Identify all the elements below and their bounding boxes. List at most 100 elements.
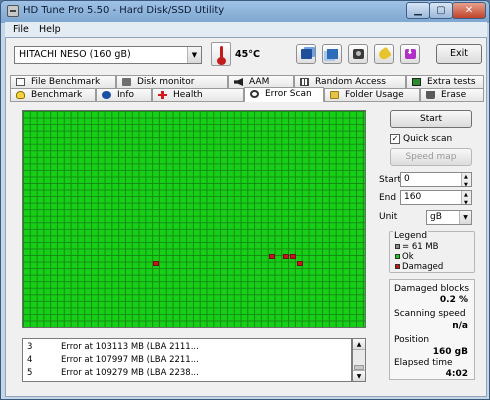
options-button[interactable] — [374, 44, 394, 64]
speed-map-button[interactable]: Speed map — [390, 148, 472, 166]
app-drive-icon — [7, 5, 19, 17]
damaged-block — [153, 261, 159, 266]
checkmark-icon[interactable]: ✓ — [390, 134, 400, 144]
trash-icon — [426, 91, 435, 99]
drive-select-value: HITACHI NESO (160 gB) — [19, 49, 131, 60]
copy-info-icon — [327, 49, 338, 59]
tests-icon — [412, 78, 421, 86]
legend-title: Legend — [393, 231, 429, 241]
unit-select[interactable]: gB ▼ — [426, 210, 472, 225]
tab-benchmark[interactable]: Benchmark — [10, 88, 96, 101]
error-list-scrollbar[interactable]: ▲ ▼ — [352, 338, 366, 382]
legend-block-size-text: = 61 MB — [402, 242, 439, 252]
tab-label: Folder Usage — [345, 90, 404, 100]
error-number: 5 — [27, 368, 33, 378]
exit-button[interactable]: Exit — [436, 44, 482, 64]
end-label: End — [379, 193, 397, 203]
app-window: HD Tune Pro 5.50 - Hard Disk/SSD Utility… — [0, 0, 490, 400]
legend-ok: Ok — [395, 252, 414, 262]
damaged-blocks-value: 0.2 % — [439, 295, 468, 305]
quick-scan-label: Quick scan — [403, 134, 453, 144]
magnifier-icon — [250, 90, 259, 98]
error-scan-map — [22, 110, 366, 328]
health-cross-icon — [158, 91, 167, 99]
legend: Legend = 61 MB Ok Damaged — [389, 231, 475, 273]
elapsed-time-label: Elapsed time — [394, 358, 453, 368]
tab-folder-usage[interactable]: Folder Usage — [324, 88, 420, 101]
end-field[interactable]: 160 — [400, 189, 472, 210]
list-item[interactable]: 5 Error at 109279 MB (LBA 2238... — [23, 367, 353, 379]
bulb-icon — [16, 91, 25, 99]
tabs-row-bottom: Benchmark Info Health Error Scan Folder … — [10, 87, 484, 102]
damaged-block — [269, 254, 275, 259]
temperature-readout: 45°C — [235, 49, 260, 60]
minimize-button[interactable]: ▁ — [406, 2, 430, 19]
menu-help[interactable]: Help — [39, 24, 61, 35]
chevron-down-icon[interactable]: ▼ — [187, 47, 201, 63]
error-message: Error at 107997 MB (LBA 2211... — [61, 355, 199, 365]
error-list[interactable]: 3 Error at 103113 MB (LBA 2111... 4 Erro… — [22, 338, 352, 382]
tab-health[interactable]: Health — [152, 88, 244, 101]
start-button[interactable]: Start — [390, 110, 472, 128]
window-title: HD Tune Pro 5.50 - Hard Disk/SSD Utility — [23, 5, 225, 16]
folder-icon — [330, 91, 339, 99]
camera-icon — [353, 49, 364, 59]
position-value: 160 gB — [432, 347, 468, 357]
scroll-down-icon[interactable]: ▼ — [353, 370, 365, 381]
tab-label: Disk monitor — [137, 77, 195, 87]
tab-label: Health — [173, 90, 203, 100]
legend-damaged: Damaged — [395, 262, 443, 272]
tab-disk-monitor[interactable]: Disk monitor — [116, 75, 228, 88]
maximize-button[interactable]: ▢ — [429, 2, 453, 19]
scanning-speed-label: Scanning speed — [394, 309, 466, 319]
main-panel: HITACHI NESO (160 gB) ▼ 45°C Exit File B… — [5, 37, 487, 397]
damaged-block — [290, 254, 296, 259]
list-item[interactable]: 4 Error at 107997 MB (LBA 2211... — [23, 354, 353, 366]
elapsed-time-value: 4:02 — [445, 369, 468, 379]
spinner-icon[interactable] — [461, 171, 471, 192]
tab-label: AAM — [249, 77, 270, 87]
start-field[interactable]: 0 — [400, 171, 472, 192]
end-value: 160 — [404, 192, 422, 202]
legend-damaged-text: Damaged — [402, 262, 444, 272]
legend-damaged-swatch — [395, 264, 400, 269]
legend-block-size: = 61 MB — [395, 242, 439, 252]
tab-file-benchmark[interactable]: File Benchmark — [10, 75, 116, 88]
speaker-icon — [234, 78, 243, 86]
file-icon — [16, 78, 25, 86]
drive-select[interactable]: HITACHI NESO (160 gB) ▼ — [14, 46, 202, 64]
scanning-speed-value: n/a — [452, 321, 468, 331]
menu-file[interactable]: File — [13, 24, 29, 35]
copy-info-button[interactable] — [322, 44, 342, 64]
unit-value: gB — [430, 212, 442, 222]
tab-error-scan[interactable]: Error Scan — [244, 87, 324, 102]
damaged-blocks-label: Damaged blocks — [394, 284, 470, 294]
tab-info[interactable]: Info — [96, 88, 152, 101]
legend-ok-text: Ok — [402, 252, 414, 262]
scroll-up-icon[interactable]: ▲ — [353, 339, 365, 350]
stats-panel: Damaged blocks 0.2 % Scanning speed n/a … — [389, 279, 475, 380]
legend-ok-swatch — [395, 254, 400, 259]
chevron-down-icon[interactable]: ▼ — [459, 211, 471, 224]
tab-label: Random Access — [315, 77, 386, 87]
save-button[interactable] — [400, 44, 420, 64]
tab-label: Info — [117, 90, 135, 100]
error-number: 4 — [27, 355, 33, 365]
title-bar: HD Tune Pro 5.50 - Hard Disk/SSD Utility… — [1, 1, 489, 21]
damaged-block — [283, 254, 289, 259]
spinner-icon[interactable] — [461, 189, 471, 210]
error-message: Error at 103113 MB (LBA 2111... — [61, 342, 199, 352]
start-value: 0 — [404, 174, 410, 184]
list-item[interactable]: 3 Error at 103113 MB (LBA 2111... — [23, 341, 353, 353]
unit-label: Unit — [379, 212, 398, 222]
copy-text-button[interactable] — [296, 44, 316, 64]
grid-icon — [300, 78, 309, 86]
tab-label: File Benchmark — [31, 77, 101, 87]
position-label: Position — [394, 335, 430, 345]
tab-erase[interactable]: Erase — [420, 88, 484, 101]
tab-label: Benchmark — [31, 90, 83, 100]
close-button[interactable]: ✕ — [452, 2, 486, 19]
tab-extra-tests[interactable]: Extra tests — [406, 75, 484, 88]
error-number: 3 — [27, 342, 33, 352]
screenshot-button[interactable] — [348, 44, 368, 64]
